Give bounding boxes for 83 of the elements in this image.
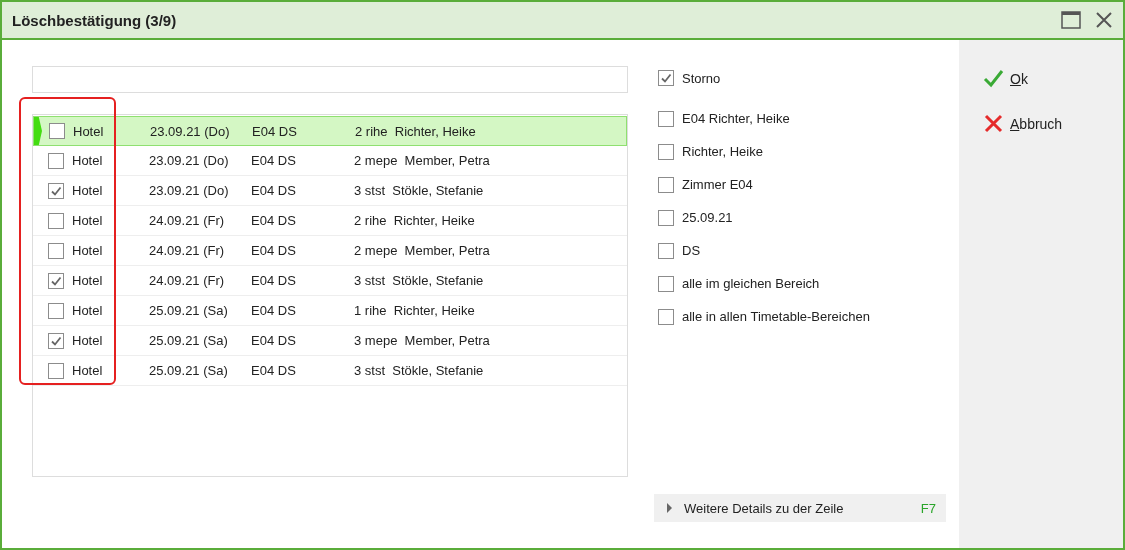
category-text: Hotel [72, 183, 104, 198]
details-label: Weitere Details zu der Zeile [684, 500, 845, 516]
room-text: E04 DS [251, 213, 297, 228]
list-row[interactable]: Hotel 23.09.21 (Do) E04 DS 2 mepe Member, Petra [33, 146, 627, 176]
option-label: DS [682, 243, 701, 258]
guest-text: 2 rihe Richter, Heike [355, 123, 476, 139]
guest-text: 3 mepe Member, Petra [354, 333, 490, 348]
room-text: E04 DS [251, 333, 297, 348]
list-row[interactable]: Hotel 25.09.21 (Sa) E04 DS 3 mepe Member, Petra [33, 326, 627, 356]
details-expander[interactable]: Weitere Details zu der Zeile F7 [654, 494, 946, 522]
cancel-button[interactable]: Abbruch [983, 113, 1063, 134]
list-row[interactable]: Hotel 23.09.21 (Do) E04 DS 3 stst Stökle, Stefanie [33, 176, 627, 206]
guest-text: 1 rihe Richter, Heike [354, 303, 475, 318]
checkbox[interactable] [658, 70, 674, 86]
date-text: 23.09.21 (Do) [150, 123, 231, 139]
guest-text: 3 stst Stökle, Stefanie [354, 273, 484, 288]
list-row[interactable]: Hotel 24.09.21 (Fr) E04 DS 2 mepe Member, Petra [33, 236, 627, 266]
date-text: 24.09.21 (Fr) [149, 273, 226, 288]
checkbox[interactable] [48, 152, 64, 169]
guest-text: 2 rihe Richter, Heike [354, 213, 475, 228]
room-text: E04 DS [251, 243, 297, 258]
guest-text: 3 stst Stökle, Stefanie [354, 363, 484, 378]
checkbox[interactable] [658, 242, 674, 259]
category-text: Hotel [72, 213, 104, 228]
checkbox[interactable] [49, 123, 65, 139]
checkbox[interactable] [48, 332, 64, 349]
checkbox[interactable] [658, 308, 674, 325]
cross-icon [983, 113, 1004, 134]
window-title: Löschbestätigung (3/9) [12, 11, 178, 29]
room-text: E04 DS [251, 303, 297, 318]
option-label: 25.09.21 [682, 210, 733, 225]
check-icon [983, 68, 1004, 89]
category-text: Hotel [72, 333, 104, 348]
category-text: Hotel [72, 303, 104, 318]
option-label: E04 Richter, Heike [682, 111, 790, 126]
maximize-button[interactable] [1061, 11, 1081, 29]
date-text: 24.09.21 (Fr) [149, 213, 226, 228]
checkbox[interactable] [48, 242, 64, 259]
date-text: 25.09.21 (Sa) [149, 363, 229, 378]
option-label: Richter, Heike [682, 144, 763, 159]
checkbox[interactable] [658, 110, 674, 127]
checkbox[interactable] [658, 209, 674, 226]
date-text: 24.09.21 (Fr) [149, 243, 226, 258]
search-field[interactable] [32, 66, 628, 93]
date-text: 25.09.21 (Sa) [149, 333, 229, 348]
checkbox[interactable] [48, 362, 64, 379]
checkbox[interactable] [48, 212, 64, 229]
checkbox[interactable] [658, 176, 674, 193]
room-text: E04 DS [251, 153, 297, 168]
list-row[interactable]: Hotel 23.09.21 (Do) E04 DS 2 rihe Richter, Heike [33, 116, 627, 146]
checkbox[interactable] [48, 182, 64, 199]
category-text: Hotel [72, 363, 104, 378]
list-row[interactable]: Hotel 25.09.21 (Sa) E04 DS 1 rihe Richter, Heike [33, 296, 627, 326]
close-button[interactable] [1095, 11, 1113, 29]
option-label: alle im gleichen Bereich [682, 276, 820, 291]
category-text: Hotel [73, 123, 105, 139]
room-text: E04 DS [251, 273, 297, 288]
category-text: Hotel [72, 153, 104, 168]
date-text: 23.09.21 (Do) [149, 153, 230, 168]
row-marker-icon [34, 117, 42, 145]
date-text: 23.09.21 (Do) [149, 183, 230, 198]
room-text: E04 DS [251, 183, 297, 198]
checkbox[interactable] [48, 302, 64, 319]
category-text: Hotel [72, 243, 104, 258]
checkbox[interactable] [658, 143, 674, 160]
list-row[interactable]: Hotel 24.09.21 (Fr) E04 DS 3 stst Stökle, Stefanie [33, 266, 627, 296]
option-label: alle in allen Timetable-Bereichen [682, 309, 870, 324]
list-row[interactable]: Hotel 25.09.21 (Sa) E04 DS 3 stst Stökle, Stefanie [33, 356, 627, 386]
option-label: Zimmer E04 [682, 177, 753, 192]
shortcut-label: F7 [920, 500, 936, 516]
guest-text: 2 mepe Member, Petra [354, 153, 490, 168]
ok-button[interactable]: Ok [983, 68, 1028, 89]
list-row[interactable]: Hotel 24.09.21 (Fr) E04 DS 2 rihe Richter, Heike [33, 206, 627, 236]
guest-text: 3 stst Stökle, Stefanie [354, 183, 484, 198]
date-text: 25.09.21 (Sa) [149, 303, 229, 318]
checkbox[interactable] [658, 275, 674, 292]
option-label: Storno [682, 70, 721, 86]
checkbox[interactable] [48, 272, 64, 289]
room-text: E04 DS [251, 363, 297, 378]
guest-text: 2 mepe Member, Petra [354, 243, 490, 258]
category-text: Hotel [72, 273, 104, 288]
expand-triangle-icon [666, 503, 674, 513]
room-text: E04 DS [252, 123, 298, 139]
